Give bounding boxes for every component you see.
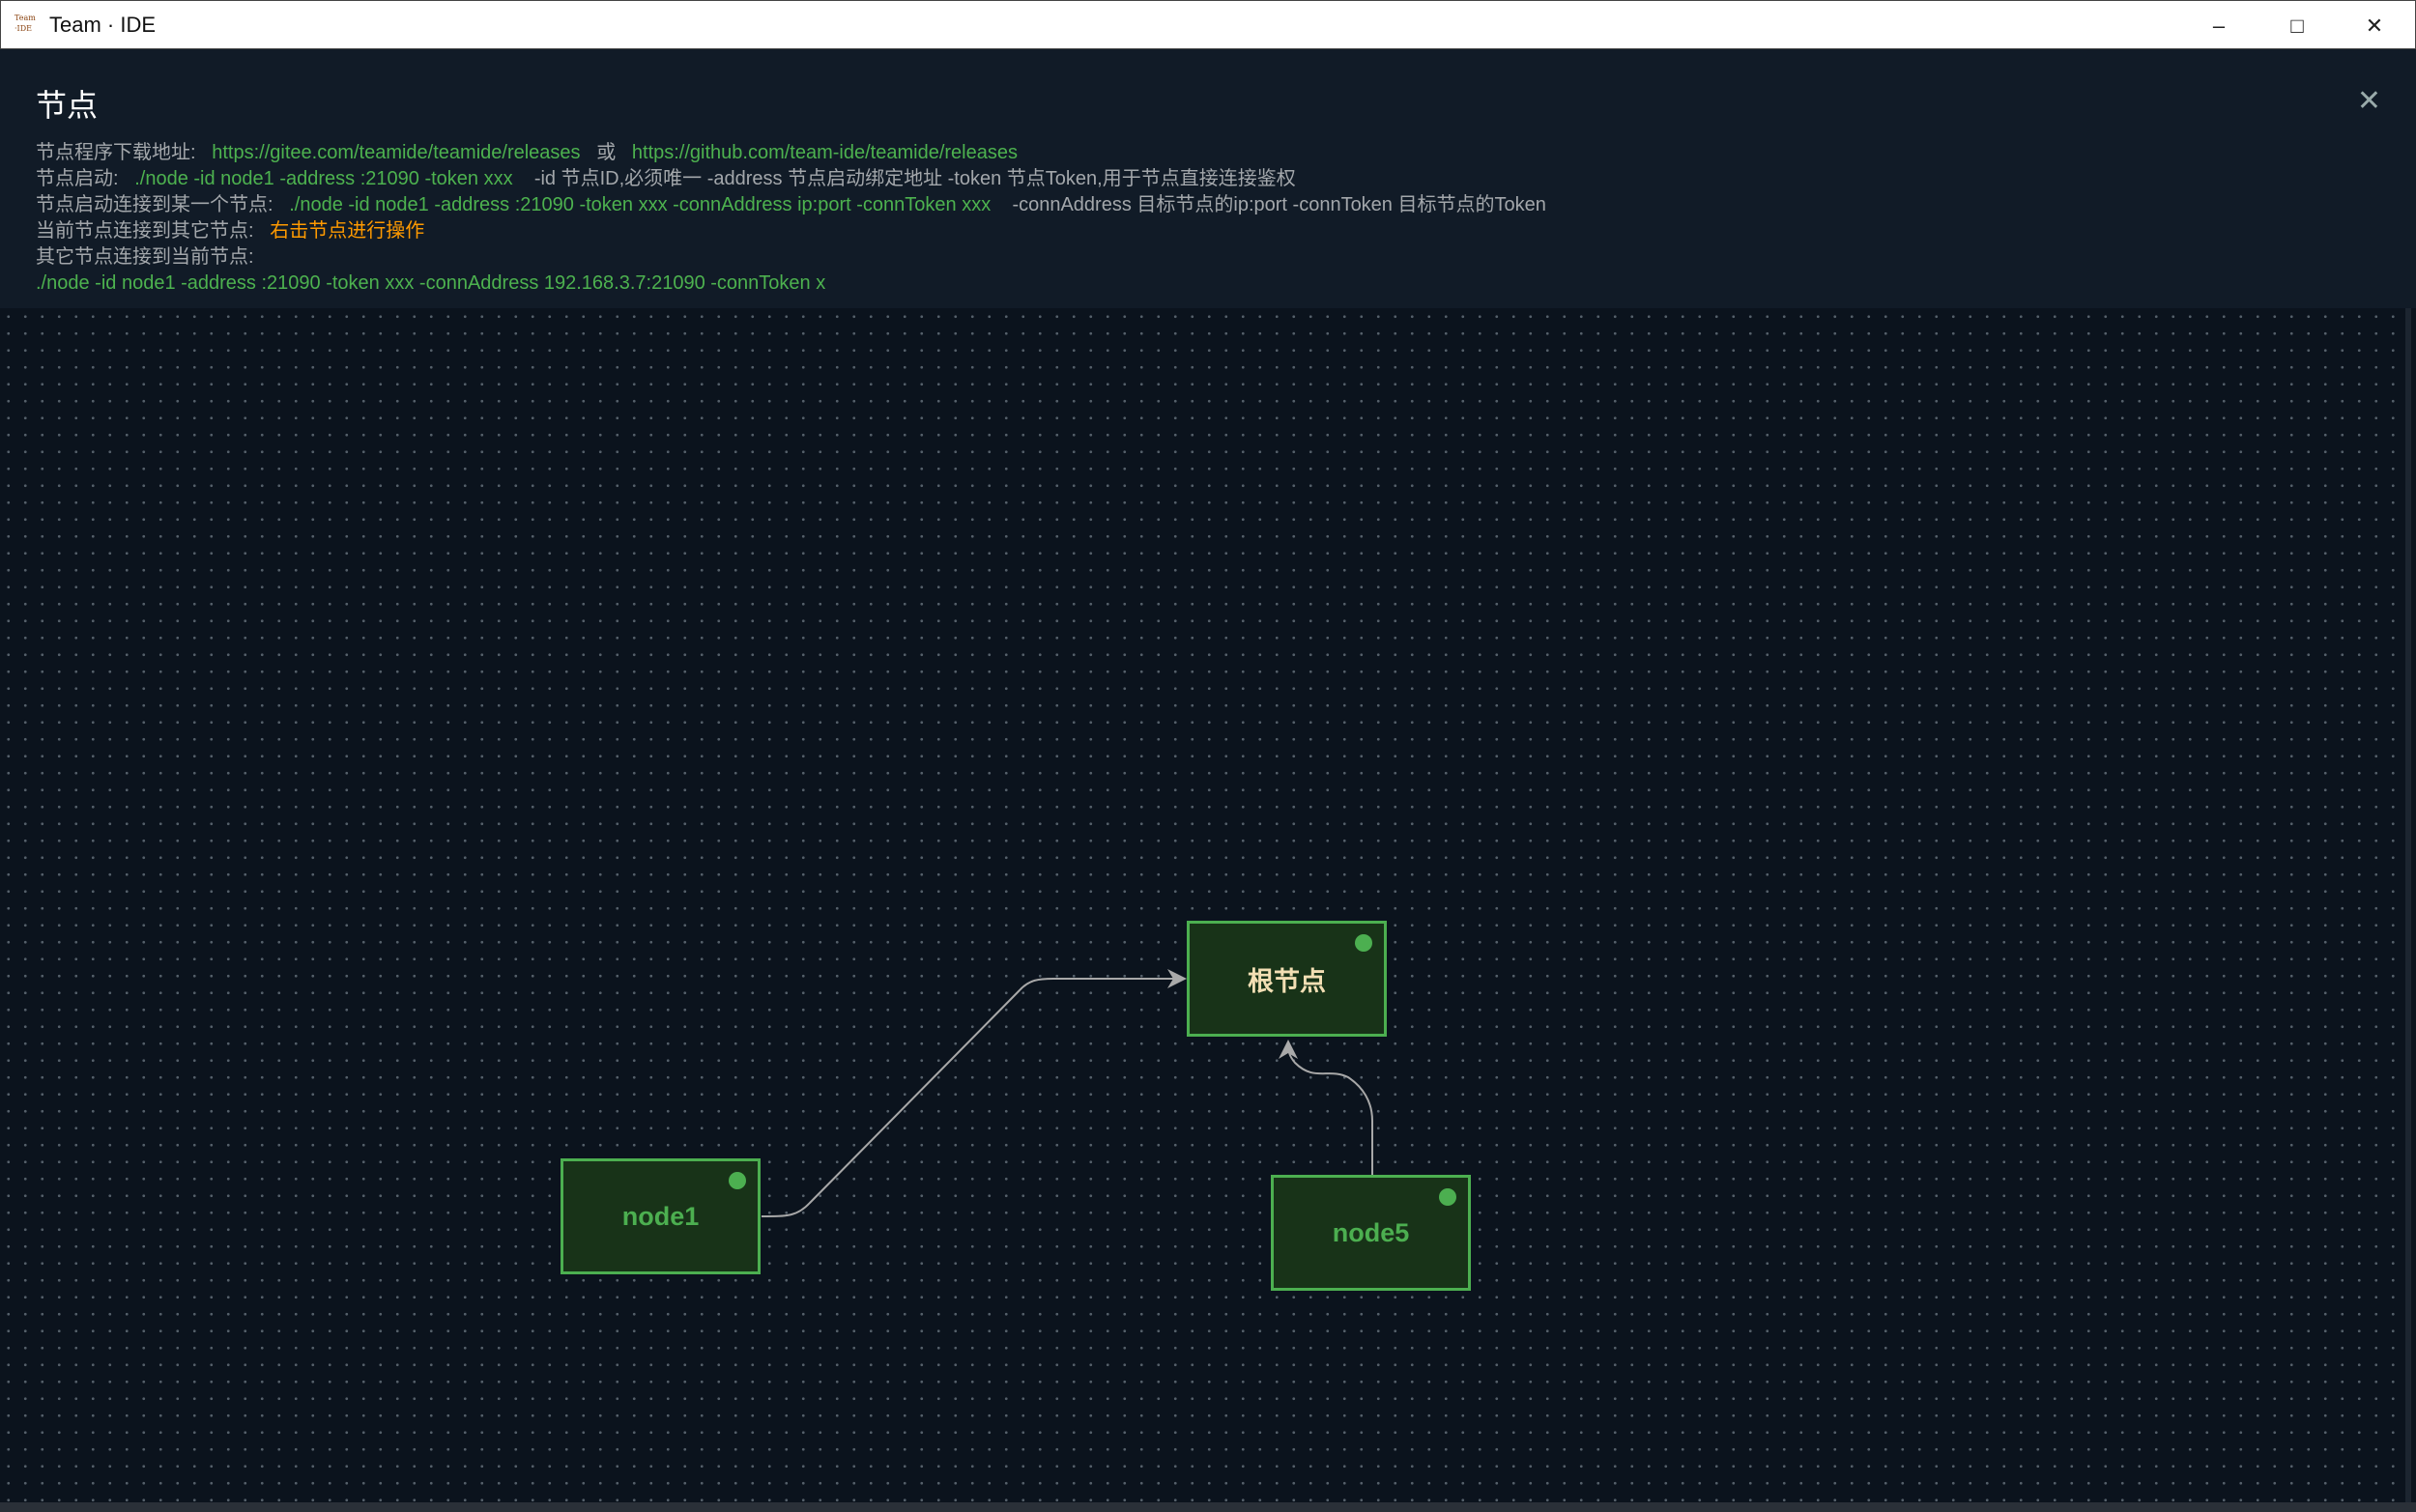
- horizontal-scrollbar[interactable]: [0, 1502, 2416, 1512]
- node-label: 根节点: [1248, 966, 1326, 996]
- edges-layer: [761, 969, 1373, 1217]
- node-node5[interactable]: node5: [1271, 1175, 1471, 1291]
- status-dot: [1439, 1188, 1456, 1206]
- node-label: node1: [621, 1201, 700, 1231]
- edge-node5-root: [1279, 1040, 1373, 1175]
- status-dot: [1355, 934, 1372, 952]
- node-root[interactable]: 根节点: [1187, 921, 1387, 1037]
- status-dot: [729, 1172, 746, 1189]
- node-node1[interactable]: node1: [561, 1158, 761, 1274]
- edge-node1-root: [761, 969, 1187, 1217]
- node-label: node5: [1332, 1217, 1410, 1247]
